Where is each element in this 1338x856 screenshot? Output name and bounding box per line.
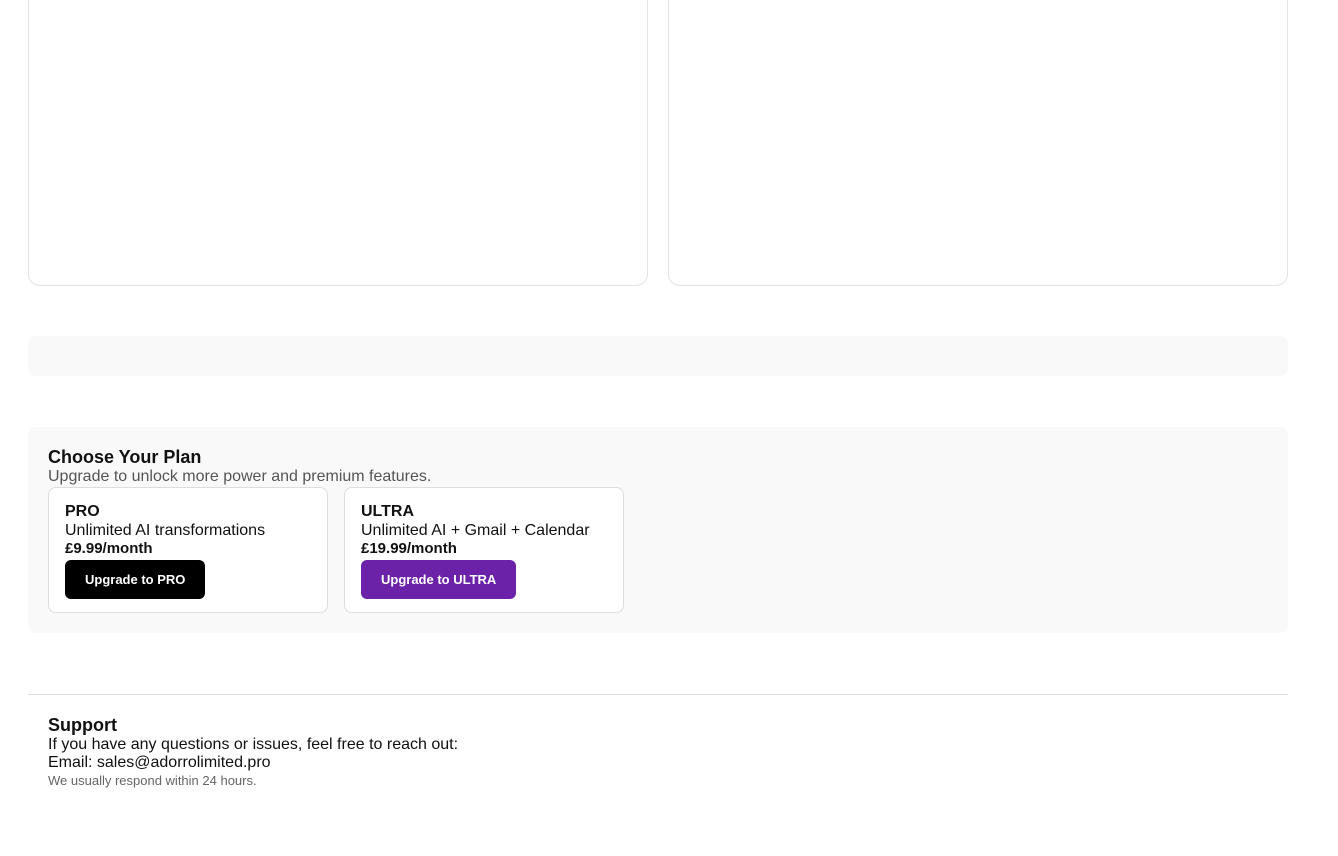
support-title: Support	[48, 715, 117, 735]
empty-banner-strip	[28, 336, 1288, 376]
support-note: We usually respond within 24 hours.	[48, 773, 257, 788]
plan-card-pro: PRO Unlimited AI transformations £9.99/m…	[48, 487, 328, 613]
support-email[interactable]: Email: sales@adorrolimited.pro	[48, 754, 1048, 772]
plan-description: Unlimited AI transformations	[65, 522, 266, 539]
plan-list: PRO Unlimited AI transformations £9.99/m…	[48, 487, 1268, 613]
plan-name: PRO	[65, 503, 100, 520]
left-panel-card	[28, 0, 648, 286]
plan-name: ULTRA	[361, 503, 415, 520]
plan-price: £19.99/month	[361, 540, 457, 557]
plan-description: Unlimited AI + Gmail + Calendar	[361, 522, 590, 539]
upgrade-ultra-button[interactable]: Upgrade to ULTRA	[361, 560, 517, 599]
page: Choose Your Plan Upgrade to unlock more …	[0, 0, 1338, 856]
plans-title: Choose Your Plan	[48, 447, 202, 467]
plan-price: £9.99/month	[65, 540, 153, 557]
section-divider	[28, 694, 1288, 695]
upgrade-pro-button[interactable]: Upgrade to PRO	[65, 560, 206, 599]
plans-section: Choose Your Plan Upgrade to unlock more …	[28, 427, 1288, 633]
plans-subtitle: Upgrade to unlock more power and premium…	[48, 468, 432, 485]
support-text: If you have any questions or issues, fee…	[48, 736, 459, 753]
plan-card-ultra: ULTRA Unlimited AI + Gmail + Calendar £1…	[344, 487, 624, 613]
right-panel-card	[668, 0, 1288, 286]
support-section: Support If you have any questions or iss…	[48, 714, 1048, 790]
